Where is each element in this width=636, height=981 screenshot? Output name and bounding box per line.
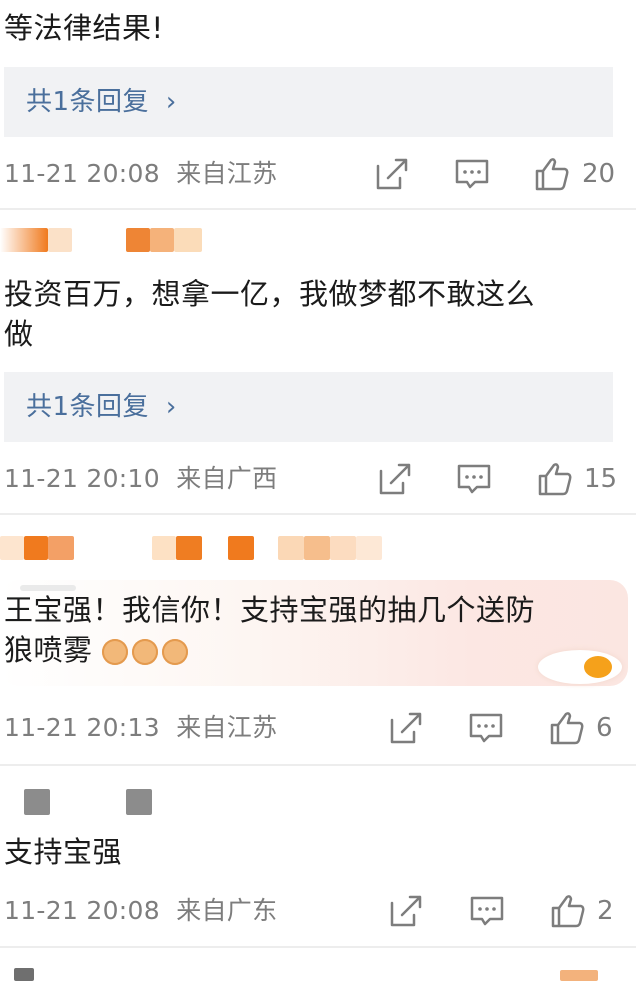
reply-count-label: 共1条回复 xyxy=(26,87,150,117)
thumbs-up-icon[interactable] xyxy=(550,893,586,929)
comment-time: 11-21 20:10 xyxy=(4,464,160,493)
share-icon[interactable] xyxy=(388,710,424,746)
reply-link[interactable]: 共1条回复 › xyxy=(26,388,177,426)
comment-location: 来自广西 xyxy=(176,464,278,493)
divider xyxy=(0,513,636,515)
thumbs-up-icon[interactable] xyxy=(549,710,585,746)
fist-emoji-icon xyxy=(132,639,159,665)
comment-location: 来自广东 xyxy=(176,896,278,925)
share-icon[interactable] xyxy=(388,893,424,929)
blurred-username xyxy=(174,228,202,252)
comment-meta: 11-21 20:08 来自江苏 xyxy=(4,158,277,190)
egg-yolk-icon xyxy=(584,656,612,678)
share-icon[interactable] xyxy=(377,461,413,497)
blurred-username xyxy=(48,536,74,560)
reply-box[interactable]: 共1条回复 › xyxy=(4,372,613,442)
comment-text-line: 王宝强！我信你！支持宝强的抽几个送防 xyxy=(4,593,536,627)
blurred-username xyxy=(150,228,174,252)
comment-icon[interactable] xyxy=(469,893,505,929)
comment-icon[interactable] xyxy=(454,156,490,192)
divider xyxy=(0,764,636,766)
blurred-avatar xyxy=(14,968,34,981)
blurred-username xyxy=(48,228,72,252)
blurred-username xyxy=(126,228,150,252)
comment-time: 11-21 20:13 xyxy=(4,713,160,742)
comment-location: 来自江苏 xyxy=(176,713,278,742)
comment-time: 11-21 20:08 xyxy=(4,896,160,925)
comment-text: 王宝强！我信你！支持宝强的抽几个送防 狼喷雾 xyxy=(4,590,535,670)
reply-link[interactable]: 共1条回复 › xyxy=(26,83,177,121)
reply-box[interactable]: 共1条回复 › xyxy=(4,67,613,137)
comment-time: 11-21 20:08 xyxy=(4,159,160,188)
comment-meta: 11-21 20:13 来自江苏 xyxy=(4,712,277,744)
reply-count-label: 共1条回复 xyxy=(26,392,150,422)
like-count: 2 xyxy=(597,896,614,926)
divider xyxy=(0,946,636,948)
blurred-username xyxy=(304,536,330,560)
comment-icon[interactable] xyxy=(456,461,492,497)
comment-text: 投资百万，想拿一亿，我做梦都不敢这么 做 xyxy=(4,274,535,354)
comment-icon[interactable] xyxy=(468,710,504,746)
comment-text-line: 投资百万，想拿一亿，我做梦都不敢这么 xyxy=(4,277,536,311)
like-count: 15 xyxy=(584,464,618,494)
blurred-decoration xyxy=(560,970,598,981)
blurred-username xyxy=(24,789,50,815)
blurred-username xyxy=(228,536,254,560)
comment-text-line: 狼喷雾 xyxy=(4,633,93,667)
blurred-username xyxy=(126,789,152,815)
thumbs-up-icon[interactable] xyxy=(534,156,570,192)
comment-text-line: 做 xyxy=(4,317,34,351)
comment-text: 支持宝强 xyxy=(4,835,123,869)
divider xyxy=(0,208,636,210)
blurred-username xyxy=(356,536,382,560)
blurred-username xyxy=(278,536,304,560)
fist-emoji-icon xyxy=(102,639,129,665)
comment-text-line-with-emoji: 狼喷雾 xyxy=(4,630,535,670)
comment-location: 来自江苏 xyxy=(176,159,278,188)
blurred-username xyxy=(24,536,48,560)
blurred-username xyxy=(176,536,202,560)
blurred-username xyxy=(152,536,176,560)
thumbs-up-icon[interactable] xyxy=(537,461,573,497)
fist-emoji-icon xyxy=(162,639,189,665)
comment-meta: 11-21 20:08 来自广东 xyxy=(4,895,277,927)
comment-text: 等法律结果! xyxy=(4,11,164,45)
blurred-username xyxy=(0,228,48,252)
like-count: 6 xyxy=(596,713,613,743)
share-icon[interactable] xyxy=(374,156,410,192)
chevron-right-icon: › xyxy=(165,392,177,422)
comment-meta: 11-21 20:10 来自广西 xyxy=(4,463,277,495)
blurred-username xyxy=(330,536,356,560)
like-count: 20 xyxy=(582,159,616,189)
chevron-right-icon: › xyxy=(165,87,177,117)
blurred-username xyxy=(0,536,24,560)
